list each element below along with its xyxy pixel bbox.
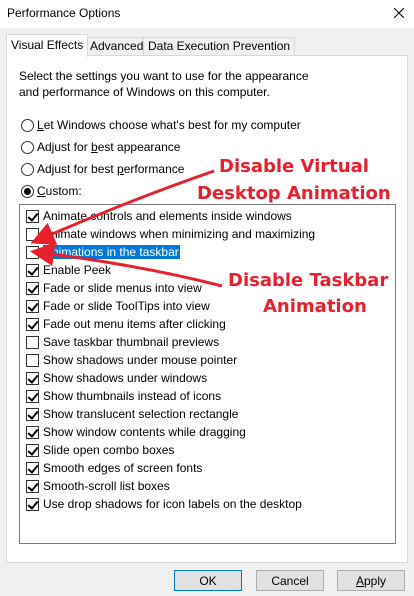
setting-checkbox[interactable] <box>26 425 39 439</box>
annotation-virtual-desktop-line1: Disable Virtual <box>219 156 369 177</box>
setting-label: Show window contents while dragging <box>43 425 246 439</box>
close-button[interactable] <box>384 0 414 26</box>
radio-label: Adjust for best appearance <box>37 140 181 154</box>
apply-button[interactable]: Apply <box>337 570 405 591</box>
setting-label: Fade out menu items after clicking <box>43 317 226 331</box>
close-icon <box>394 8 404 18</box>
setting-checkbox[interactable] <box>26 281 39 295</box>
setting-checkbox[interactable] <box>26 353 39 367</box>
radio-circle[interactable] <box>21 118 34 132</box>
settings-list-item[interactable]: Smooth-scroll list boxes <box>22 477 382 495</box>
setting-checkbox[interactable] <box>26 227 39 241</box>
radio-best-performance[interactable]: Adjust for best performance <box>21 161 184 177</box>
radio-let-windows-choose[interactable]: Let Windows choose what's best for my co… <box>21 117 301 133</box>
setting-label: Animate windows when minimizing and maxi… <box>43 227 316 241</box>
settings-list-item[interactable]: Show translucent selection rectangle <box>22 405 382 423</box>
radio-circle[interactable] <box>21 162 34 176</box>
setting-label: Show shadows under windows <box>43 371 208 385</box>
annotation-taskbar-line1: Disable Taskbar <box>228 270 389 291</box>
setting-label: Save taskbar thumbnail previews <box>43 335 220 349</box>
settings-list-item[interactable]: Show shadows under windows <box>22 369 382 387</box>
setting-label: Fade or slide ToolTips into view <box>43 299 210 313</box>
setting-checkbox[interactable] <box>26 497 39 511</box>
setting-label: Show translucent selection rectangle <box>43 407 239 421</box>
setting-label: Smooth edges of screen fonts <box>43 461 203 475</box>
radio-label: Let Windows choose what's best for my co… <box>37 118 301 132</box>
title-bar: Performance Options <box>0 0 414 28</box>
setting-label: Enable Peek <box>43 263 112 277</box>
setting-label: Use drop shadows for icon labels on the … <box>43 497 302 511</box>
settings-list-item[interactable]: Use drop shadows for icon labels on the … <box>22 495 382 513</box>
setting-checkbox[interactable] <box>26 479 39 493</box>
settings-list-item[interactable]: Show shadows under mouse pointer <box>22 351 382 369</box>
radio-best-appearance[interactable]: Adjust for best appearance <box>21 139 180 155</box>
cancel-button[interactable]: Cancel <box>256 570 324 591</box>
setting-checkbox[interactable] <box>26 461 39 475</box>
setting-label: Show thumbnails instead of icons <box>43 389 222 403</box>
ok-button[interactable]: OK <box>174 570 242 591</box>
window-title: Performance Options <box>7 6 121 20</box>
setting-label: Animate controls and elements inside win… <box>43 209 292 223</box>
setting-label: Show shadows under mouse pointer <box>43 353 238 367</box>
setting-checkbox[interactable] <box>26 335 39 349</box>
setting-label: Slide open combo boxes <box>43 443 175 457</box>
settings-list-item[interactable]: Save taskbar thumbnail previews <box>22 333 382 351</box>
setting-checkbox[interactable] <box>26 371 39 385</box>
settings-list[interactable]: Animate controls and elements inside win… <box>19 204 396 544</box>
description-text: Select the settings you want to use for … <box>19 69 309 99</box>
settings-list-item[interactable]: Animations in the taskbar <box>22 243 382 261</box>
radio-circle[interactable] <box>21 184 34 198</box>
radio-custom[interactable]: Custom: <box>21 183 82 199</box>
annotation-virtual-desktop-line2: Desktop Animation <box>197 183 391 204</box>
setting-checkbox[interactable] <box>26 299 39 313</box>
settings-list-item[interactable]: Animate windows when minimizing and maxi… <box>22 225 382 243</box>
setting-checkbox[interactable] <box>26 245 39 259</box>
settings-list-item[interactable]: Smooth edges of screen fonts <box>22 459 382 477</box>
setting-label: Smooth-scroll list boxes <box>43 479 170 493</box>
setting-checkbox[interactable] <box>26 263 39 277</box>
setting-checkbox[interactable] <box>26 407 39 421</box>
tab-strip: Visual Effects Advanced Data Execution P… <box>6 34 406 57</box>
tab-advanced[interactable]: Advanced <box>85 37 149 56</box>
radio-circle[interactable] <box>21 140 34 154</box>
radio-label: Adjust for best performance <box>37 162 185 176</box>
tab-data-execution-prevention[interactable]: Data Execution Prevention <box>143 37 296 56</box>
tab-visual-effects[interactable]: Visual Effects <box>6 34 89 57</box>
setting-label: Fade or slide menus into view <box>43 281 202 295</box>
setting-checkbox[interactable] <box>26 209 39 223</box>
setting-label: Animations in the taskbar <box>43 245 180 259</box>
settings-list-item[interactable]: Show thumbnails instead of icons <box>22 387 382 405</box>
annotation-taskbar-line2: Animation <box>263 296 367 317</box>
setting-checkbox[interactable] <box>26 443 39 457</box>
settings-list-item[interactable]: Slide open combo boxes <box>22 441 382 459</box>
setting-checkbox[interactable] <box>26 317 39 331</box>
setting-checkbox[interactable] <box>26 389 39 403</box>
settings-list-item[interactable]: Animate controls and elements inside win… <box>22 207 382 225</box>
radio-label: Custom: <box>37 184 82 198</box>
settings-list-item[interactable]: Show window contents while dragging <box>22 423 382 441</box>
